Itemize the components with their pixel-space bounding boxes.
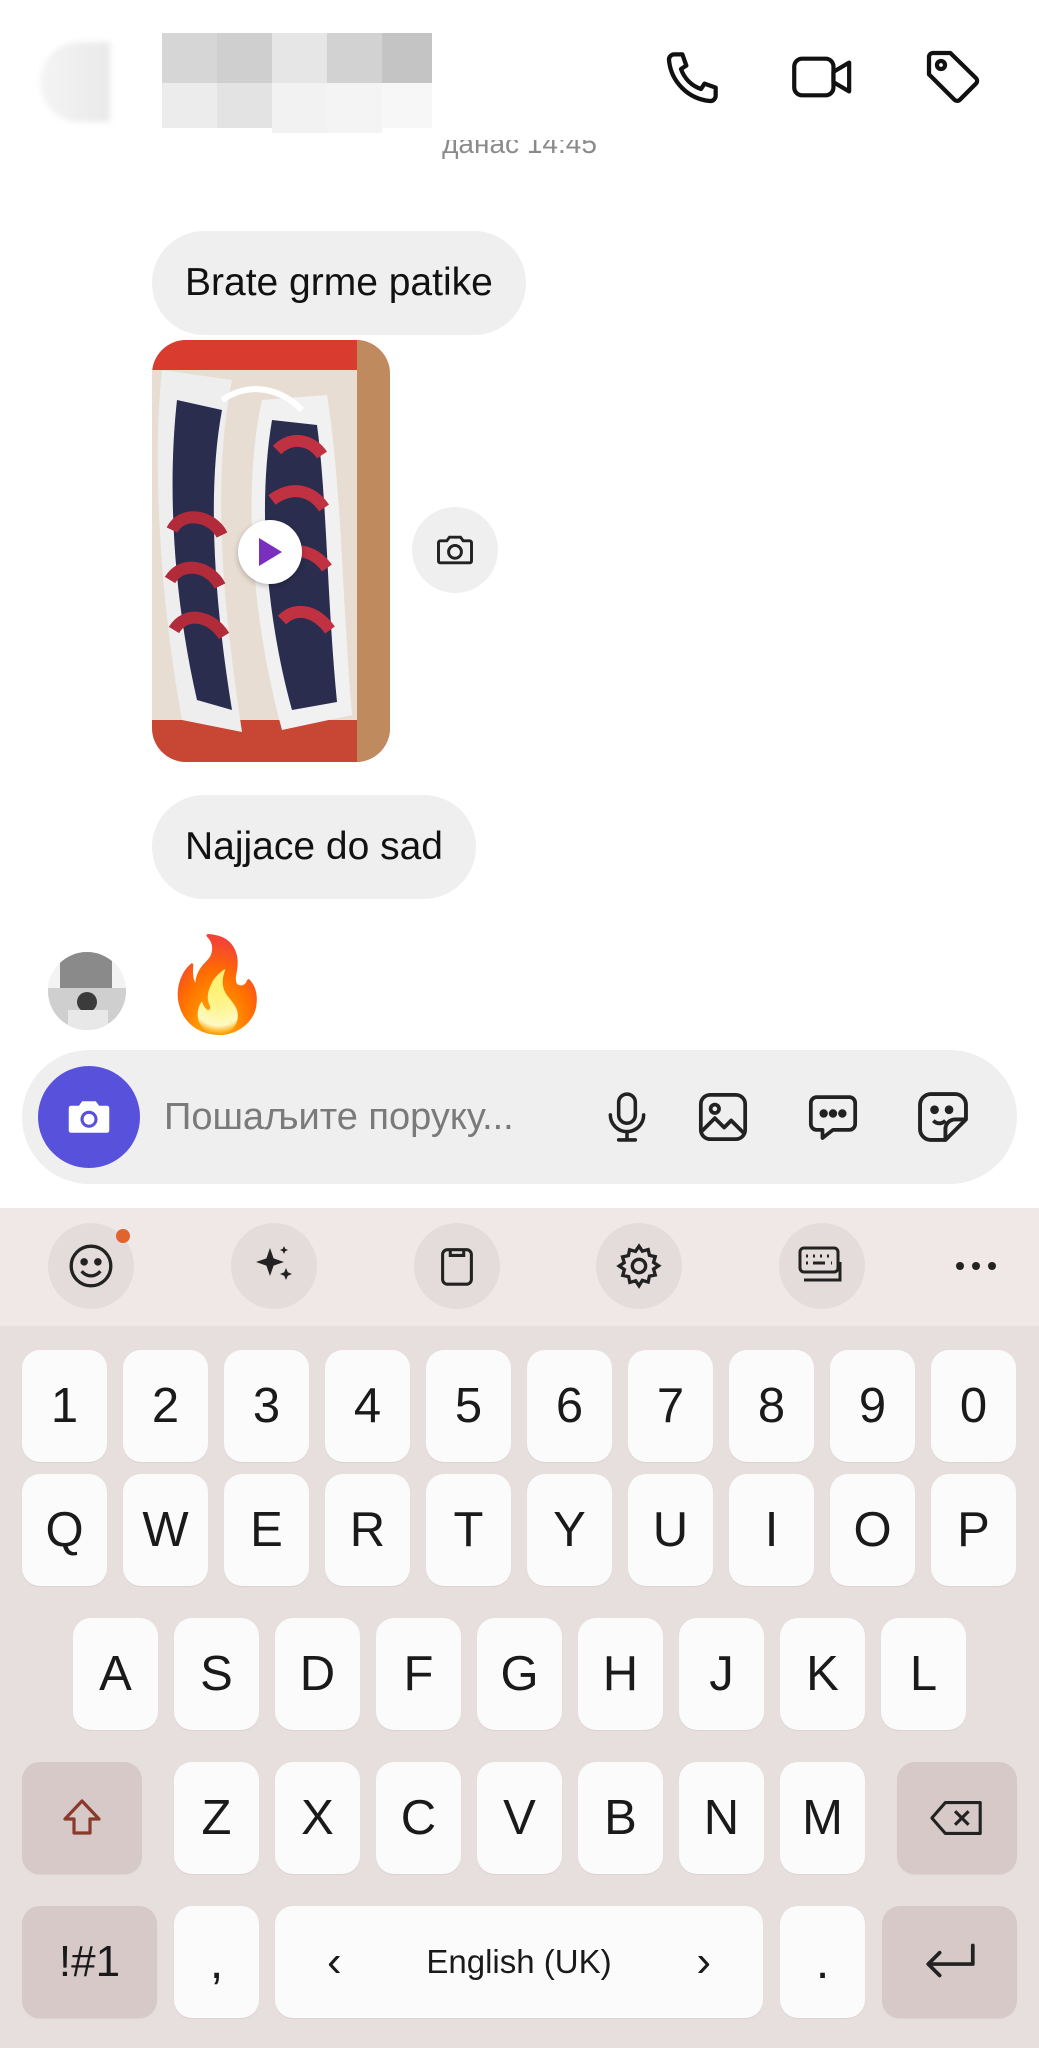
view-once-camera-button[interactable] [412, 507, 498, 593]
symbols-key[interactable]: !#1 [22, 1906, 157, 2018]
key-0[interactable]: 0 [931, 1350, 1016, 1462]
tag-icon[interactable] [918, 42, 988, 112]
keyboard-mode-icon[interactable] [779, 1223, 865, 1309]
space-bar[interactable]: ‹ English (UK) › [275, 1906, 763, 2018]
key-4[interactable]: 4 [325, 1350, 410, 1462]
clipboard-icon[interactable] [414, 1223, 500, 1309]
video-call-icon[interactable] [788, 42, 858, 112]
key-i[interactable]: I [729, 1474, 814, 1586]
gallery-icon[interactable] [686, 1080, 760, 1154]
enter-icon [925, 1943, 975, 1978]
backspace-icon [930, 1800, 982, 1836]
camera-icon [437, 535, 473, 565]
period-key[interactable]: . [780, 1906, 865, 2018]
sticker-icon[interactable] [906, 1080, 980, 1154]
phone-icon[interactable] [658, 42, 728, 112]
key-f[interactable]: F [376, 1618, 461, 1730]
key-1[interactable]: 1 [22, 1350, 107, 1462]
microphone-icon[interactable] [590, 1080, 664, 1154]
keyboard: 1 2 3 4 5 6 7 8 9 0 Q W E R T Y U I O P … [0, 1326, 1039, 2048]
key-2[interactable]: 2 [123, 1350, 208, 1462]
enter-key[interactable] [882, 1906, 1017, 2018]
key-e[interactable]: E [224, 1474, 309, 1586]
message-bubble[interactable]: Brate grme patike [152, 231, 526, 335]
key-z[interactable]: Z [174, 1762, 259, 1874]
fire-emoji-message[interactable]: 🔥 [160, 930, 275, 1040]
key-y[interactable]: Y [527, 1474, 612, 1586]
chat-bubble-icon[interactable] [796, 1080, 870, 1154]
key-7[interactable]: 7 [628, 1350, 713, 1462]
message-text: Najjace do sad [185, 825, 443, 868]
key-6[interactable]: 6 [527, 1350, 612, 1462]
backspace-key[interactable] [897, 1762, 1017, 1874]
key-q[interactable]: Q [22, 1474, 107, 1586]
key-l[interactable]: L [881, 1618, 966, 1730]
key-t[interactable]: T [426, 1474, 511, 1586]
message-text: Brate grme patike [185, 261, 493, 304]
camera-icon [68, 1101, 110, 1133]
shift-key[interactable] [22, 1762, 142, 1874]
key-u[interactable]: U [628, 1474, 713, 1586]
ai-sparkle-icon[interactable] [231, 1223, 317, 1309]
key-n[interactable]: N [679, 1762, 764, 1874]
key-v[interactable]: V [477, 1762, 562, 1874]
key-j[interactable]: J [679, 1618, 764, 1730]
play-icon [259, 538, 282, 566]
comma-key[interactable]: , [174, 1906, 259, 2018]
settings-icon[interactable] [596, 1223, 682, 1309]
space-right-arrow: › [696, 1937, 711, 1986]
key-g[interactable]: G [477, 1618, 562, 1730]
key-w[interactable]: W [123, 1474, 208, 1586]
space-left-arrow: ‹ [327, 1937, 342, 1986]
key-b[interactable]: B [578, 1762, 663, 1874]
key-8[interactable]: 8 [729, 1350, 814, 1462]
key-9[interactable]: 9 [830, 1350, 915, 1462]
key-h[interactable]: H [578, 1618, 663, 1730]
video-thumbnail[interactable] [152, 340, 390, 762]
key-3[interactable]: 3 [224, 1350, 309, 1462]
key-5[interactable]: 5 [426, 1350, 511, 1462]
more-icon[interactable] [933, 1223, 1019, 1309]
back-button[interactable] [40, 42, 110, 122]
camera-button[interactable] [38, 1066, 140, 1168]
key-o[interactable]: O [830, 1474, 915, 1586]
keyboard-toolbar [0, 1208, 1039, 1326]
play-button[interactable] [238, 520, 302, 584]
notification-dot [116, 1229, 130, 1243]
key-a[interactable]: A [73, 1618, 158, 1730]
contact-name-redacted[interactable] [162, 28, 432, 140]
key-m[interactable]: M [780, 1762, 865, 1874]
space-language-label: English (UK) [426, 1943, 612, 1980]
emoji-icon[interactable] [48, 1223, 134, 1309]
shift-icon [63, 1799, 101, 1835]
message-input[interactable] [164, 1080, 584, 1154]
key-d[interactable]: D [275, 1618, 360, 1730]
avatar[interactable] [48, 952, 126, 1030]
key-x[interactable]: X [275, 1762, 360, 1874]
key-s[interactable]: S [174, 1618, 259, 1730]
key-r[interactable]: R [325, 1474, 410, 1586]
chat-header [0, 0, 1039, 150]
key-k[interactable]: K [780, 1618, 865, 1730]
timestamp-divider: данас 14:45 [442, 140, 597, 159]
key-p[interactable]: P [931, 1474, 1016, 1586]
key-c[interactable]: C [376, 1762, 461, 1874]
message-bubble[interactable]: Najjace do sad [152, 795, 476, 899]
message-composer [22, 1050, 1017, 1184]
